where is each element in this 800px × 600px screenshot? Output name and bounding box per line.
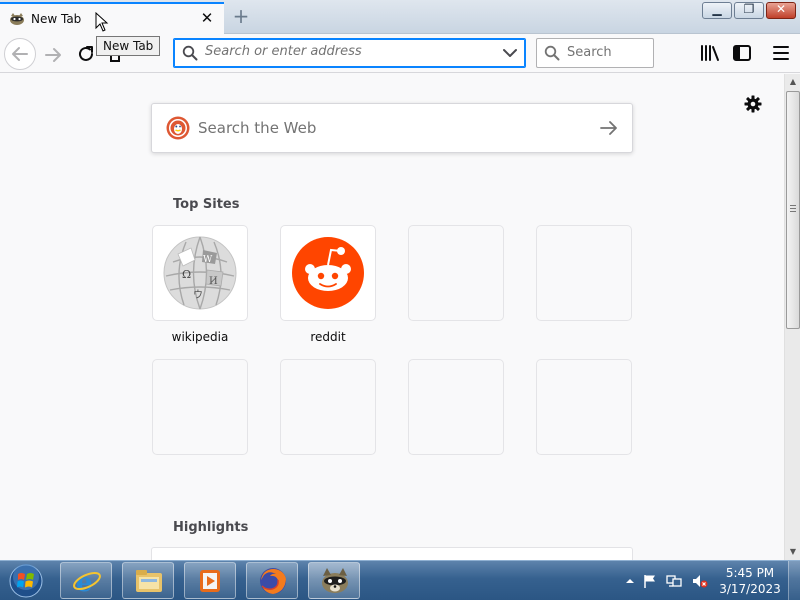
taskbar-firefox[interactable] bbox=[246, 562, 298, 599]
library-icon[interactable] bbox=[700, 44, 720, 62]
tab-tooltip: New Tab bbox=[96, 36, 161, 56]
web-search-input[interactable] bbox=[198, 119, 578, 137]
tab-new-tab[interactable]: New Tab ✕ bbox=[0, 2, 224, 34]
svg-text:Ω: Ω bbox=[182, 268, 191, 281]
top-site-empty-slot[interactable] bbox=[408, 359, 504, 455]
tab-close-icon[interactable]: ✕ bbox=[199, 10, 215, 26]
minimize-icon: ▁ bbox=[712, 2, 722, 16]
forward-arrow-icon[interactable] bbox=[42, 44, 64, 66]
top-sites-heading: Top Sites bbox=[173, 197, 240, 212]
network-icon[interactable] bbox=[666, 573, 682, 589]
new-tab-plus-icon[interactable]: + bbox=[228, 5, 254, 29]
file-explorer-icon bbox=[136, 570, 162, 592]
taskbar-media-player[interactable] bbox=[184, 562, 236, 599]
show-hidden-icons-chevron-icon[interactable] bbox=[622, 573, 638, 589]
web-search-box[interactable] bbox=[151, 103, 633, 153]
action-center-flag-icon[interactable] bbox=[642, 573, 658, 589]
top-site-label: reddit bbox=[310, 330, 346, 344]
svg-text:W: W bbox=[203, 255, 213, 265]
top-site-empty-slot[interactable] bbox=[408, 225, 504, 321]
page-scrollbar[interactable]: ▲ ▼ bbox=[784, 74, 800, 560]
firefox-icon bbox=[260, 568, 286, 594]
scroll-up-arrow-icon[interactable]: ▲ bbox=[785, 74, 800, 90]
search-bar[interactable] bbox=[536, 38, 654, 68]
top-site-wikipedia[interactable]: Ω W И ウ bbox=[152, 225, 248, 321]
close-window-button[interactable]: ✕ bbox=[766, 2, 796, 19]
scroll-down-arrow-icon[interactable]: ▼ bbox=[785, 544, 800, 560]
scrollbar-grip-icon bbox=[790, 205, 796, 212]
windows-start-orb-icon[interactable] bbox=[6, 563, 46, 599]
raccoon-app-icon bbox=[322, 568, 348, 593]
address-bar[interactable] bbox=[173, 38, 526, 68]
internet-explorer-icon: e bbox=[73, 568, 101, 596]
gear-icon[interactable] bbox=[743, 94, 763, 114]
highlights-card[interactable] bbox=[151, 547, 633, 560]
wikipedia-logo-icon: Ω W И ウ bbox=[163, 236, 237, 310]
top-site-label: wikipedia bbox=[171, 330, 229, 344]
clock-time[interactable]: 5:45 PM bbox=[718, 566, 782, 580]
highlights-heading: Highlights bbox=[173, 520, 249, 535]
chevron-down-icon[interactable] bbox=[503, 48, 517, 58]
top-site-empty-slot[interactable] bbox=[536, 225, 632, 321]
clock-date[interactable]: 3/17/2023 bbox=[718, 582, 782, 596]
tab-strip: New Tab ✕ + ▁ ❐ ✕ bbox=[0, 0, 800, 34]
taskbar-internet-explorer[interactable]: e bbox=[60, 562, 112, 599]
mouse-cursor-icon bbox=[95, 12, 109, 32]
show-desktop-button[interactable] bbox=[788, 561, 800, 600]
minimize-button[interactable]: ▁ bbox=[702, 2, 732, 19]
scrollbar-thumb[interactable] bbox=[786, 91, 800, 329]
duckduckgo-logo-icon bbox=[166, 116, 190, 140]
top-site-empty-slot[interactable] bbox=[280, 359, 376, 455]
back-arrow-icon bbox=[12, 47, 28, 61]
new-tab-page: Top Sites Ω W И ウ wikipedia bbox=[0, 74, 784, 560]
reddit-logo-icon bbox=[292, 237, 364, 309]
svg-text:И: И bbox=[209, 276, 218, 287]
restore-icon: ❐ bbox=[743, 2, 755, 16]
svg-text:e: e bbox=[76, 568, 93, 596]
reload-icon[interactable] bbox=[75, 43, 97, 65]
search-icon bbox=[544, 45, 560, 61]
arrow-right-icon[interactable] bbox=[600, 120, 618, 136]
search-input[interactable] bbox=[567, 45, 649, 60]
hamburger-menu-icon[interactable] bbox=[772, 45, 790, 61]
tab-title: New Tab bbox=[31, 12, 82, 26]
raccoon-favicon-icon bbox=[10, 13, 24, 25]
search-icon bbox=[182, 45, 198, 61]
svg-text:ウ: ウ bbox=[193, 289, 203, 301]
address-input[interactable] bbox=[205, 44, 495, 59]
top-site-reddit[interactable] bbox=[280, 225, 376, 321]
media-player-icon bbox=[200, 570, 220, 592]
top-site-empty-slot[interactable] bbox=[536, 359, 632, 455]
window-controls: ▁ ❐ ✕ bbox=[702, 2, 796, 19]
top-site-empty-slot[interactable] bbox=[152, 359, 248, 455]
windows-taskbar: e 5:45 PM 3/17/2023 bbox=[0, 560, 800, 600]
taskbar-file-explorer[interactable] bbox=[122, 562, 174, 599]
volume-muted-icon[interactable] bbox=[692, 573, 708, 589]
restore-button[interactable]: ❐ bbox=[734, 2, 764, 19]
close-icon: ✕ bbox=[775, 2, 787, 16]
sidebar-icon[interactable] bbox=[733, 45, 751, 61]
taskbar-raccoon-app[interactable] bbox=[308, 562, 360, 599]
back-button[interactable] bbox=[4, 38, 36, 70]
